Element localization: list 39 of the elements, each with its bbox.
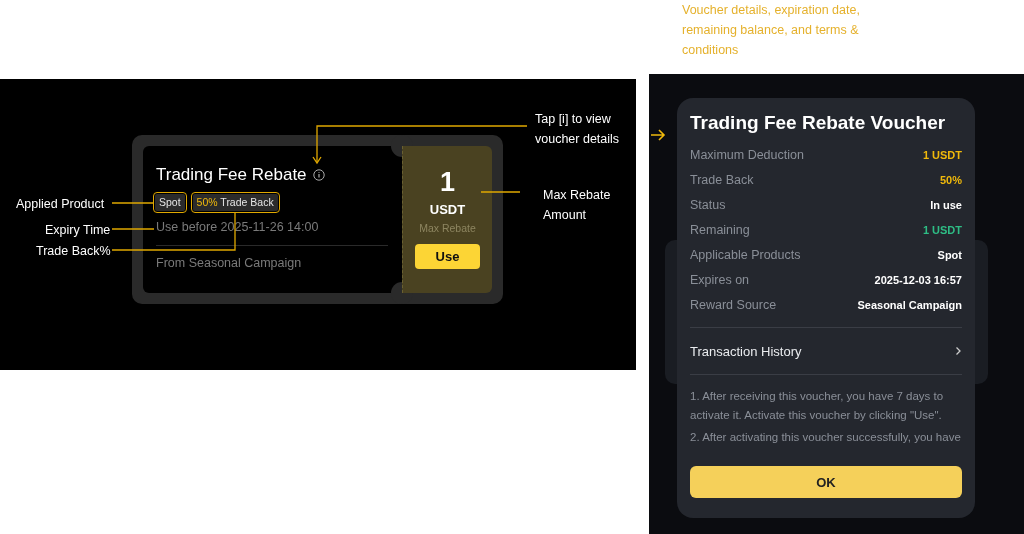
detail-label: Maximum Deduction	[690, 147, 804, 162]
annotation-label: voucher details	[535, 131, 620, 148]
detail-value: 50%	[939, 173, 962, 186]
voucher-title: Trading Fee Rebate	[156, 165, 307, 185]
rebate-label: Max Rebate	[419, 222, 476, 234]
detail-value: Seasonal Campaign	[857, 298, 962, 311]
annotation-label: Amount	[543, 207, 588, 224]
tag: Spot	[155, 194, 185, 211]
detail-value: Spot	[937, 248, 962, 261]
leader-line	[480, 191, 521, 193]
detail-value: 2025-12-03 16:57	[874, 273, 962, 286]
use-button[interactable]: Use	[415, 244, 480, 269]
annotation-label: Expiry Time	[45, 222, 111, 239]
info-icon[interactable]	[312, 169, 325, 181]
caption-text: Voucher details, expiration date, remaining balance, and terms & conditions	[682, 2, 861, 59]
terms-text: 1. After receiving this voucher, you have 7 days to activate it. Activate this voucher by clicking "Use".	[690, 389, 945, 423]
annotation-label: Trade Back%	[36, 243, 111, 260]
detail-label: Remaining	[690, 222, 750, 237]
detail-label: Reward Source	[690, 297, 777, 312]
detail-value: 1 USDT	[922, 223, 962, 236]
ok-button[interactable]: OK	[690, 466, 962, 498]
detail-label: Applicable Products	[690, 247, 801, 262]
dialog-title: Trading Fee Rebate Voucher	[690, 112, 947, 134]
terms-text: 2. After activating this voucher successfully, you have	[690, 430, 962, 445]
detail-label: Expires on	[690, 272, 750, 287]
detail-value: In use	[930, 198, 962, 211]
detail-label: Status	[690, 197, 726, 212]
source-text: From Seasonal Campaign	[156, 256, 303, 270]
transaction-history-link[interactable]: Transaction History	[690, 328, 962, 374]
annotation-label: Applied Product	[16, 196, 105, 213]
annotation-label: Tap [i] to view	[535, 111, 612, 128]
rebate-unit: USDT	[429, 202, 466, 217]
annotation-label: Max Rebate	[543, 187, 611, 204]
detail-label: Trade Back	[690, 172, 754, 187]
rebate-amount: 1	[440, 168, 455, 196]
detail-value: 1 USDT	[922, 148, 962, 161]
arrow-icon	[650, 128, 666, 142]
chevron-icon	[955, 346, 962, 356]
tag: 50% Trade Back	[192, 194, 278, 211]
